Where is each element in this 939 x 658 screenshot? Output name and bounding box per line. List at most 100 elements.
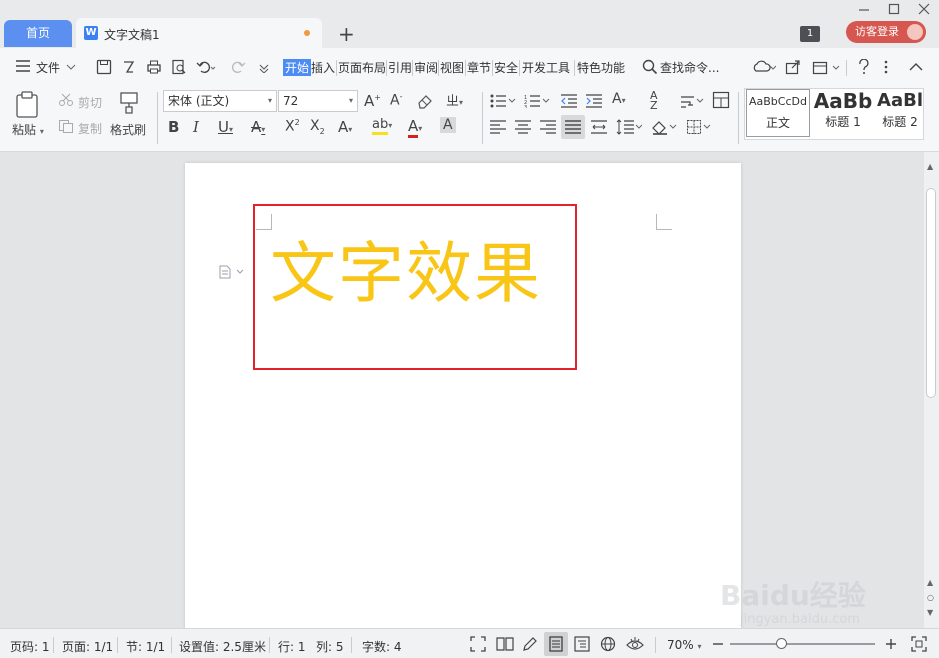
cloud-sync-icon[interactable] <box>752 59 776 75</box>
text-direction-icon[interactable]: A▾ <box>612 91 626 107</box>
align-right-icon[interactable] <box>540 120 556 134</box>
font-name-select[interactable]: 宋体 (正文) ▾ <box>163 90 277 112</box>
status-word-count[interactable]: 字数: 4 <box>362 638 402 655</box>
reading-view-icon[interactable] <box>496 636 514 652</box>
zoom-slider-track[interactable] <box>730 643 875 645</box>
align-left-icon[interactable] <box>490 120 506 134</box>
status-page-number[interactable]: 页码: 1 <box>10 638 50 655</box>
save-icon[interactable] <box>96 59 112 75</box>
collapse-ribbon-icon[interactable] <box>909 62 923 71</box>
tab-start[interactable]: 开始 <box>283 59 312 76</box>
tab-document[interactable]: W 文字文稿1 <box>76 18 322 48</box>
more-quick-icon[interactable] <box>258 63 270 73</box>
decrease-indent-icon[interactable] <box>561 94 577 108</box>
file-menu[interactable]: 文件 <box>36 59 60 76</box>
tab-section[interactable]: 章节 <box>467 59 491 76</box>
highlight-icon[interactable]: ab▾ <box>372 117 392 135</box>
numbered-list-icon[interactable]: 123 <box>524 94 550 108</box>
italic-icon[interactable]: I <box>193 118 199 136</box>
fullscreen-icon[interactable] <box>470 636 486 652</box>
outline-view-icon[interactable] <box>574 636 590 652</box>
phonetic-guide-icon[interactable]: ㄓ▾ <box>446 90 463 109</box>
format-painter-icon[interactable] <box>118 91 140 115</box>
zoom-in-icon[interactable] <box>885 636 897 652</box>
paste-button[interactable]: 粘贴 ▾ <box>12 121 44 138</box>
zoom-level-select[interactable]: 70% ▾ <box>667 638 702 652</box>
bold-icon[interactable]: B <box>168 118 179 136</box>
tab-references[interactable]: 引用 <box>388 59 412 76</box>
character-shading-icon[interactable]: A <box>440 117 456 133</box>
status-pages[interactable]: 页面: 1/1 <box>62 638 113 655</box>
chevron-down-icon[interactable] <box>66 64 76 70</box>
tab-home[interactable]: 首页 <box>4 20 72 47</box>
fit-window-icon[interactable] <box>911 636 927 652</box>
calendar-icon[interactable] <box>812 59 840 75</box>
style-heading-1[interactable]: AaBb 标题 1 <box>811 89 875 137</box>
borders-icon[interactable] <box>686 119 712 135</box>
print-icon[interactable] <box>146 59 162 75</box>
more-options-icon[interactable] <box>883 59 889 75</box>
minimize-icon[interactable] <box>858 2 870 16</box>
command-search[interactable]: 查找命令... <box>660 59 719 76</box>
tab-insert[interactable]: 插入 <box>311 59 335 76</box>
sort-icon[interactable]: AZ <box>650 90 658 111</box>
font-color-icon[interactable]: A▾ <box>408 117 422 138</box>
close-icon[interactable] <box>918 2 930 16</box>
hamburger-menu-icon[interactable] <box>16 60 30 72</box>
search-icon[interactable] <box>642 59 658 75</box>
help-icon[interactable] <box>858 59 870 75</box>
page-view-button[interactable] <box>544 632 568 656</box>
text-effects-icon[interactable]: A▾ <box>338 118 352 136</box>
strikethrough-icon[interactable]: A▾ <box>251 118 265 136</box>
underline-icon[interactable]: U▾ <box>218 118 233 136</box>
font-size-select[interactable]: 72 ▾ <box>278 90 358 112</box>
shading-icon[interactable] <box>651 119 677 135</box>
window-count-badge[interactable]: 1 <box>800 26 820 42</box>
tab-special-features[interactable]: 特色功能 <box>577 59 625 76</box>
paste-icon[interactable] <box>14 90 40 118</box>
shrink-font-icon[interactable]: A- <box>390 92 402 109</box>
status-column[interactable]: 列: 5 <box>316 638 344 655</box>
line-break-icon[interactable] <box>680 93 704 109</box>
tab-page-layout[interactable]: 页面布局 <box>338 59 386 76</box>
web-view-icon[interactable] <box>600 636 616 652</box>
distribute-icon[interactable] <box>590 120 608 134</box>
zoom-out-icon[interactable] <box>712 636 724 652</box>
vertical-scrollbar[interactable]: ▲ ▲ ○ ▼ <box>924 152 939 628</box>
visitor-login-button[interactable]: 访客登录 <box>846 21 926 43</box>
maximize-icon[interactable] <box>888 2 900 16</box>
scroll-thumb[interactable] <box>926 188 936 398</box>
superscript-icon[interactable]: X2 <box>285 118 300 135</box>
tab-review[interactable]: 审阅 <box>414 59 438 76</box>
justify-button[interactable] <box>561 115 585 139</box>
style-heading-2[interactable]: AaBl 标题 2 <box>876 89 924 137</box>
undo-icon[interactable] <box>196 59 216 75</box>
paragraph-marker-icon[interactable] <box>219 265 245 279</box>
status-section[interactable]: 节: 1/1 <box>126 638 165 655</box>
grow-font-icon[interactable]: A+ <box>364 92 381 110</box>
format-painter-button[interactable]: 格式刷 <box>110 121 146 138</box>
status-row[interactable]: 行: 1 <box>278 638 306 655</box>
increase-indent-icon[interactable] <box>586 94 602 108</box>
tab-developer[interactable]: 开发工具 <box>522 59 570 76</box>
document-heading-text[interactable]: 文字效果 <box>270 234 542 314</box>
edit-pen-icon[interactable] <box>522 636 538 652</box>
scroll-up-icon[interactable]: ▲ <box>927 162 933 171</box>
line-spacing-icon[interactable] <box>616 119 642 135</box>
clear-format-icon[interactable] <box>416 93 434 109</box>
tab-view[interactable]: 视图 <box>440 59 464 76</box>
status-setting[interactable]: 设置值: 2.5厘米 <box>179 638 266 655</box>
subscript-icon[interactable]: X2 <box>310 118 325 136</box>
tab-security[interactable]: 安全 <box>494 59 518 76</box>
align-center-icon[interactable] <box>515 120 531 134</box>
share-icon[interactable] <box>785 59 801 75</box>
save-as-icon[interactable] <box>121 59 137 75</box>
zoom-slider-handle[interactable] <box>776 638 787 649</box>
new-tab-button[interactable]: + <box>338 22 355 46</box>
select-browse-icon[interactable]: ○ <box>927 593 934 602</box>
style-normal[interactable]: AaBbCcDd 正文 <box>746 89 810 137</box>
eye-protection-icon[interactable] <box>626 635 644 653</box>
table-icon[interactable] <box>712 91 730 109</box>
print-preview-icon[interactable] <box>171 59 187 75</box>
bullet-list-icon[interactable] <box>490 94 516 108</box>
